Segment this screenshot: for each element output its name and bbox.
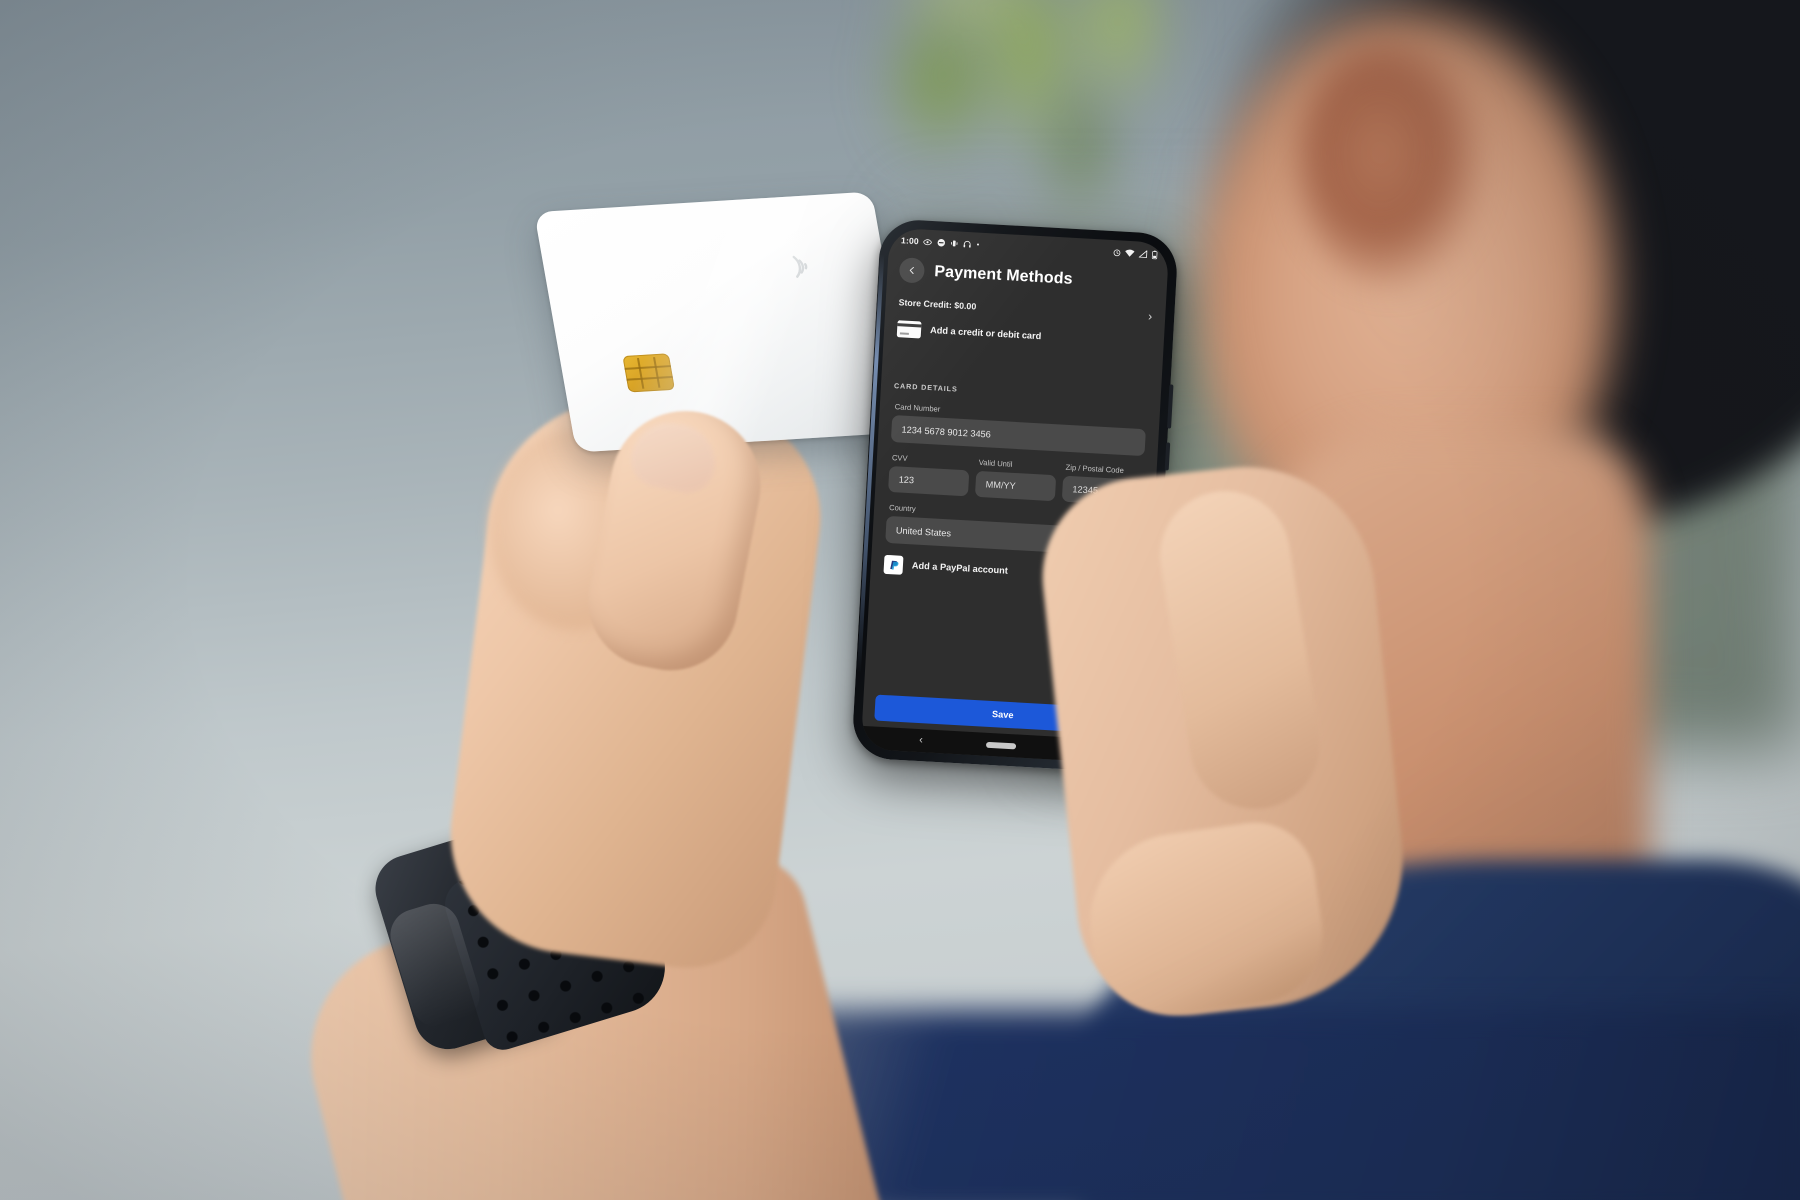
cvv-input[interactable]: 123: [888, 465, 970, 497]
chevron-right-icon: ›: [1147, 309, 1153, 324]
alarm-icon: [1112, 248, 1121, 257]
card-glare: [534, 191, 914, 453]
paypal-icon: [883, 554, 904, 575]
person-ear: [1295, 40, 1485, 290]
cvv-field-group: CVV 123: [888, 453, 970, 497]
headphones-icon: [963, 239, 972, 248]
card-number-field-group: Card Number 1234 5678 9012 3456: [878, 401, 1160, 457]
person-hair: [1180, 0, 1800, 530]
credit-card-icon: [896, 319, 922, 338]
country-value: United States: [895, 524, 952, 538]
battery-icon: [1151, 250, 1158, 259]
chevron-left-icon: [907, 261, 917, 279]
back-button[interactable]: [898, 257, 926, 284]
phone-power-button[interactable]: [1167, 384, 1174, 429]
vibrate-icon: [950, 239, 959, 248]
nav-back-icon[interactable]: ‹: [919, 734, 923, 746]
eye-icon: [923, 237, 933, 246]
page-title: Payment Methods: [933, 262, 1074, 288]
status-time: 1:00: [900, 235, 920, 247]
blank-credit-card: [534, 191, 914, 453]
valid-until-field-group: Valid Until MM/YY: [974, 458, 1057, 502]
store-credit-label: Store Credit: $0.00: [898, 297, 977, 312]
valid-until-input[interactable]: MM/YY: [974, 470, 1057, 502]
signal-icon: [1138, 249, 1148, 258]
photo-scene: 1:00 Payment Methods Store Credit: $0.00…: [0, 0, 1800, 1200]
phone-volume-button[interactable]: [1164, 442, 1171, 471]
add-credit-card-label: Add a credit or debit card: [929, 325, 1042, 342]
cvv-value: 123: [898, 474, 915, 486]
add-paypal-label: Add a PayPal account: [911, 560, 1009, 576]
card-number-value: 1234 5678 9012 3456: [901, 424, 992, 440]
wifi-icon: [1125, 249, 1135, 258]
nav-home-pill-icon[interactable]: [985, 741, 1017, 749]
emv-chip-icon: [622, 353, 676, 393]
contactless-symbol-icon: [783, 249, 823, 285]
save-button-label: Save: [991, 709, 1014, 721]
valid-until-value: MM/YY: [985, 479, 1016, 492]
do-not-disturb-icon: [937, 238, 946, 247]
dot-icon: [976, 242, 980, 246]
